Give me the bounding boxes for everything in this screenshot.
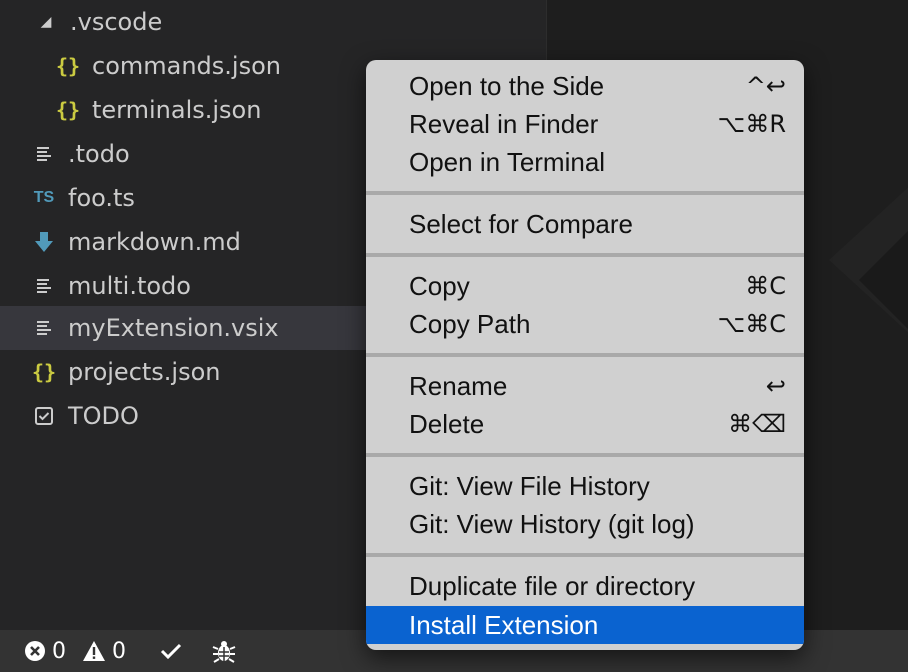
menu-item-label: Install Extension [409,609,599,640]
typescript-icon: TS [33,189,55,206]
menu-item-install-extension[interactable]: Install Extension [366,606,804,644]
menu-item-label: Copy [409,270,470,301]
menu-item-shortcut: ↩ [765,372,786,400]
bug-icon [212,639,236,663]
menu-item-label: Delete [409,408,485,439]
menu-item-shortcut: ⌥⌘R [717,110,786,138]
json-braces-icon: {} [31,360,57,384]
menu-item-label: Open to the Side [409,70,605,101]
menu-separator [366,353,804,357]
menu-item-duplicate[interactable]: Duplicate file or directory [366,567,804,605]
menu-item-label: Select for Compare [409,208,633,239]
menu-item-label: Git: View File History [409,470,650,501]
menu-item-delete[interactable]: Delete ⌘⌫ [366,405,804,443]
tree-item-vscode-folder[interactable]: ◢ .vscode [0,0,546,44]
menu-item-copy-path[interactable]: Copy Path ⌥⌘C [366,305,804,343]
errors-count: 0 [52,638,66,664]
menu-separator [366,191,804,195]
menu-item-shortcut: ⌘C [745,272,786,300]
context-menu: Open to the Side ^↩ Reveal in Finder ⌥⌘R… [366,60,804,650]
menu-item-copy[interactable]: Copy ⌘C [366,267,804,305]
menu-item-label: Rename [409,370,508,401]
menu-item-select-for-compare[interactable]: Select for Compare [366,205,804,243]
checkbox-icon [32,406,56,426]
debug-status-item[interactable] [212,639,236,663]
tree-item-label: multi.todo [68,272,191,300]
menu-item-rename[interactable]: Rename ↩ [366,367,804,405]
problems-indicator[interactable]: 0 0 [24,639,126,664]
menu-item-label: Copy Path [409,308,531,339]
lines-file-icon [32,319,56,337]
warnings-count: 0 [112,638,126,664]
tree-item-label: .vscode [70,8,163,36]
tree-item-label: .todo [68,140,130,168]
menu-item-label: Git: View History (git log) [409,508,695,539]
tree-item-label: myExtension.vsix [68,314,279,342]
menu-item-shortcut: ⌘⌫ [728,410,786,438]
expanded-triangle-icon[interactable]: ◢ [34,14,58,30]
menu-item-shortcut: ^↩ [745,72,786,100]
menu-item-open-in-terminal[interactable]: Open in Terminal [366,143,804,181]
tree-item-label: terminals.json [92,96,262,124]
tree-item-label: foo.ts [68,184,135,212]
lines-file-icon [32,145,56,163]
tree-item-label: TODO [68,402,139,430]
menu-item-shortcut: ⌥⌘C [717,310,786,338]
vscode-window: ◢ .vscode {} commands.json {} terminals.… [0,0,908,672]
warning-icon [82,640,106,662]
menu-item-label: Reveal in Finder [409,108,599,139]
tree-item-label: markdown.md [68,228,241,256]
check-status-item[interactable] [160,642,182,660]
check-icon [160,642,182,660]
menu-item-label: Open in Terminal [409,146,606,177]
menu-separator [366,553,804,557]
menu-item-git-view-file-history[interactable]: Git: View File History [366,467,804,505]
vscode-watermark-icon [829,187,908,333]
json-braces-icon: {} [55,98,81,122]
menu-item-git-view-history[interactable]: Git: View History (git log) [366,505,804,543]
error-icon [24,640,46,662]
menu-item-reveal-in-finder[interactable]: Reveal in Finder ⌥⌘R [366,105,804,143]
tree-item-label: projects.json [68,358,221,386]
lines-file-icon [32,277,56,295]
markdown-icon [32,231,56,253]
json-braces-icon: {} [55,54,81,78]
menu-item-label: Duplicate file or directory [409,570,696,601]
tree-item-label: commands.json [92,52,281,80]
menu-separator [366,253,804,257]
menu-separator [366,453,804,457]
menu-item-open-to-side[interactable]: Open to the Side ^↩ [366,67,804,105]
